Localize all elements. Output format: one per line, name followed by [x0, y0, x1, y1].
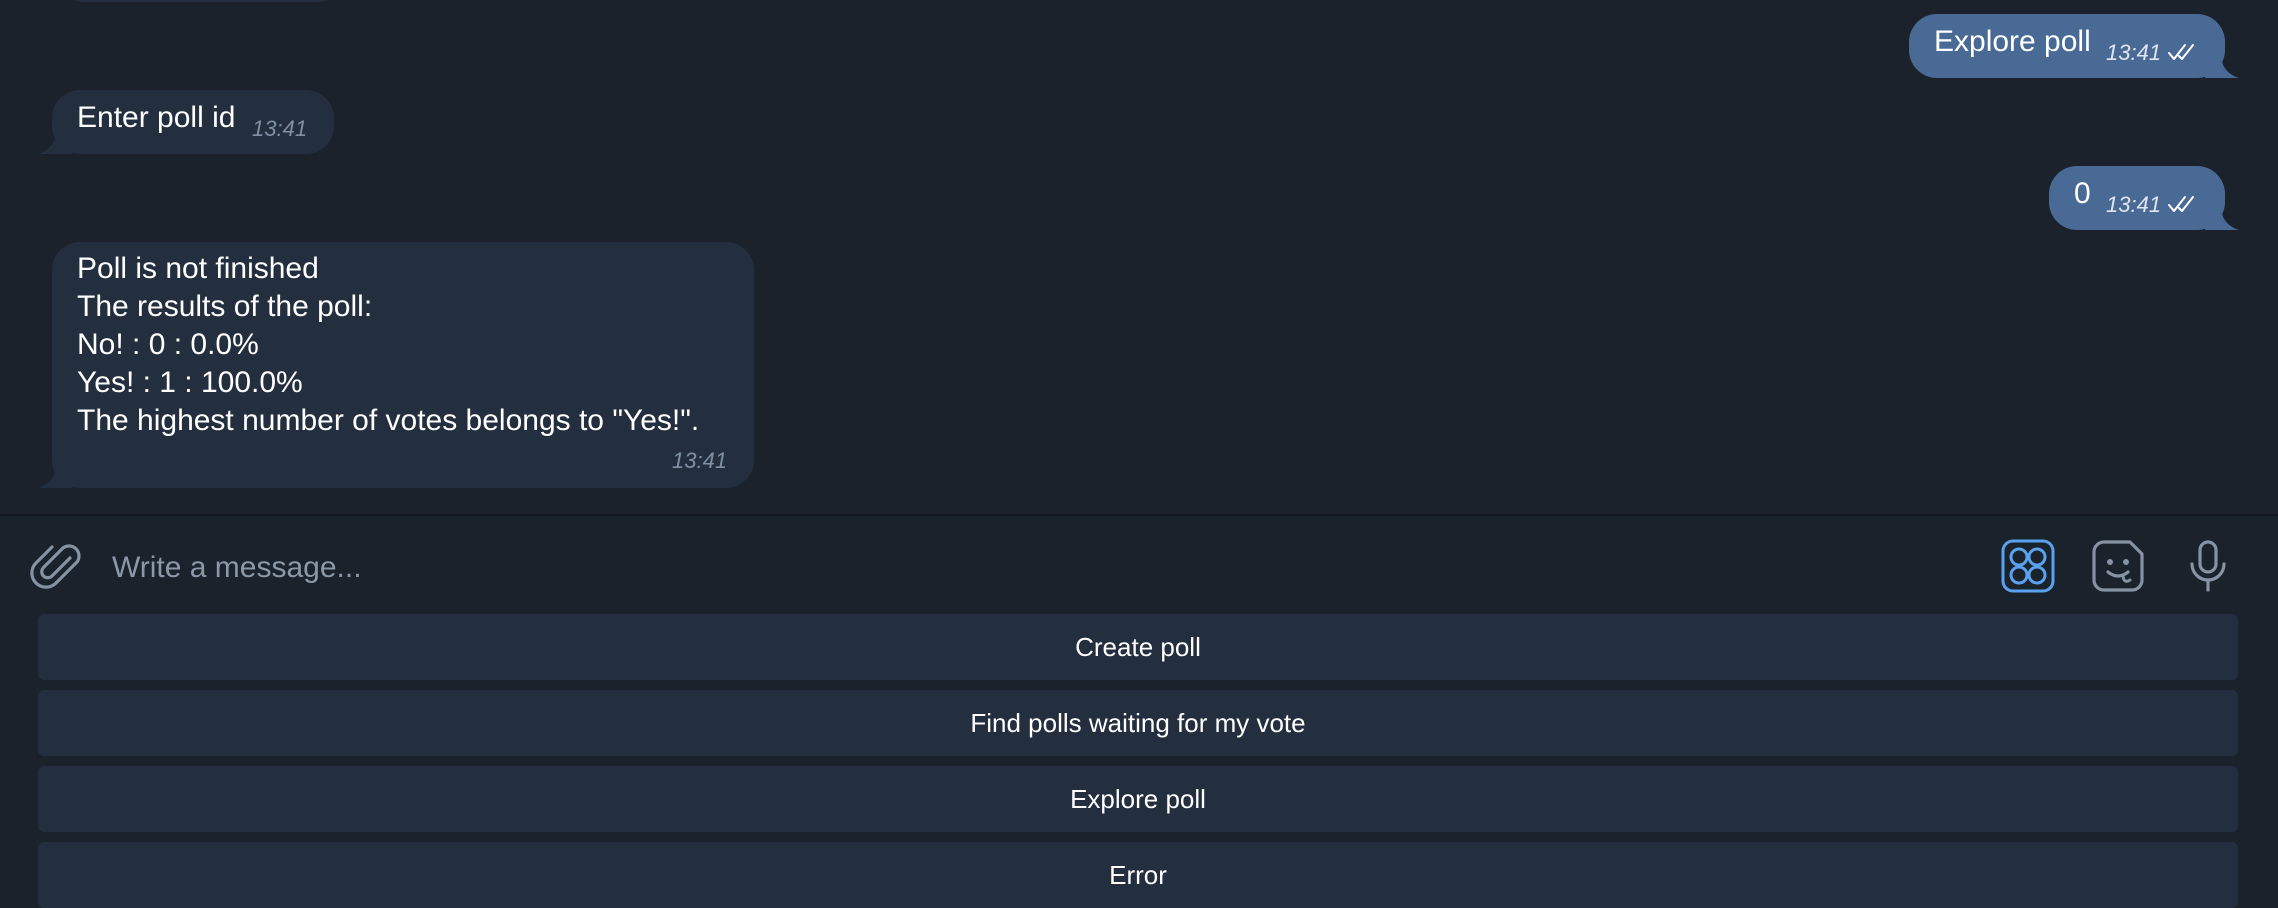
message-input[interactable] [110, 542, 1964, 594]
reply-keyboard: Create poll Find polls waiting for my vo… [0, 612, 2278, 908]
bubble-tail [2205, 54, 2239, 78]
message-time: 13:41 [2106, 192, 2162, 217]
message-text: Poll is not finished The results of the … [77, 250, 699, 440]
message-time: 13:41 [2106, 40, 2162, 65]
keyboard-button-create-poll[interactable]: Create poll [38, 614, 2238, 680]
microphone-icon[interactable] [2180, 538, 2236, 594]
message-time: 13:41 [672, 448, 728, 473]
bubble-tail [2205, 206, 2239, 230]
outgoing-message[interactable]: 0 13:41 [2049, 166, 2225, 230]
bubble-tail [38, 464, 72, 488]
chat-history[interactable]: Explore poll 13:41 Enter poll id 13:41 0… [0, 0, 2278, 514]
message-text: 0 [2074, 177, 2091, 210]
incoming-message[interactable]: Poll is not finished The results of the … [52, 242, 754, 488]
message-line: The results of the poll: [77, 290, 373, 323]
message-text: Explore poll [1934, 25, 2091, 58]
message-line: Poll is not finished [77, 252, 319, 285]
bot-keyboard-icon[interactable] [2000, 538, 2056, 594]
previous-message-bubble [66, 0, 336, 2]
paperclip-icon[interactable] [30, 538, 86, 594]
message-time: 13:41 [252, 116, 308, 141]
message-composer [0, 514, 2278, 616]
read-receipt-icon [2167, 194, 2197, 214]
incoming-message[interactable]: Enter poll id 13:41 [52, 90, 334, 154]
read-receipt-icon [2167, 42, 2197, 62]
keyboard-button-error[interactable]: Error [38, 842, 2238, 908]
message-line: Yes! : 1 : 100.0% [77, 366, 303, 399]
keyboard-button-explore-poll[interactable]: Explore poll [38, 766, 2238, 832]
message-text: Enter poll id [77, 101, 236, 134]
message-line: The highest number of votes belongs to "… [77, 404, 700, 437]
keyboard-button-find-polls[interactable]: Find polls waiting for my vote [38, 690, 2238, 756]
bubble-tail [38, 130, 72, 154]
sticker-icon[interactable] [2090, 538, 2146, 594]
outgoing-message[interactable]: Explore poll 13:41 [1909, 14, 2225, 78]
message-line: No! : 0 : 0.0% [77, 328, 259, 361]
